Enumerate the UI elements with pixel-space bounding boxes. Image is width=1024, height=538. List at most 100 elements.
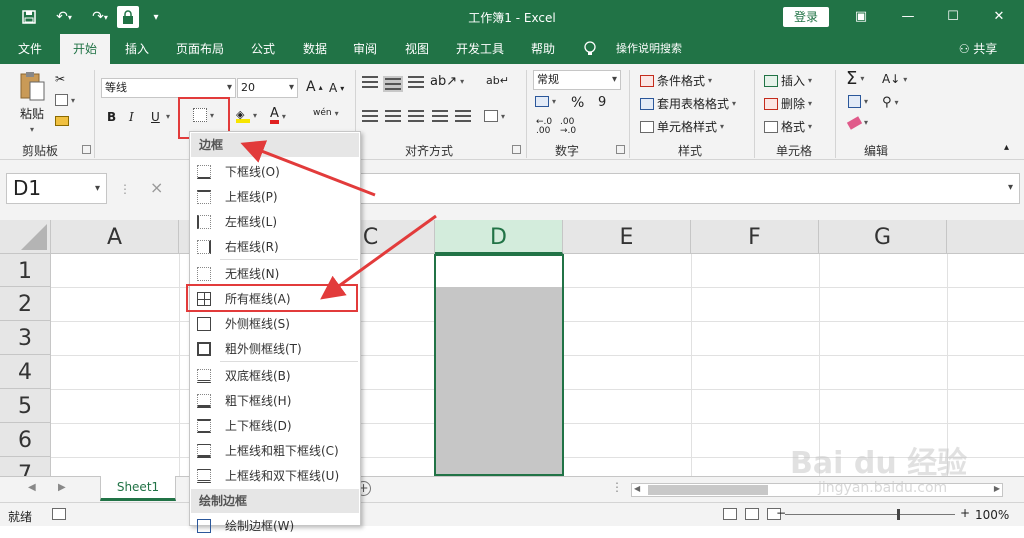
phonetic-button[interactable]: wén ▾ — [313, 108, 339, 118]
tab-view[interactable]: 视图 — [394, 34, 440, 64]
fill-color-button[interactable]: ◈ ▾ — [236, 108, 257, 123]
menu-item-top-thick-bottom-border[interactable]: 上框线和粗下框线(C) — [191, 438, 359, 463]
macro-record-icon[interactable] — [52, 508, 66, 520]
row-header-4[interactable]: 4 — [0, 355, 51, 389]
prev-sheet-icon[interactable]: ◀ — [28, 482, 36, 493]
collapse-ribbon-icon[interactable]: ▴ — [1004, 142, 1009, 153]
column-header-a[interactable]: A — [51, 220, 179, 254]
copy-icon[interactable]: ▾ — [55, 94, 75, 106]
column-header-g[interactable]: G — [819, 220, 947, 254]
insert-cells-button[interactable]: 插入 ▾ — [764, 72, 812, 89]
menu-item-top-double-bottom-border[interactable]: 上框线和双下框线(U) — [191, 463, 359, 488]
number-launcher-icon[interactable] — [616, 145, 625, 154]
row-header-5[interactable]: 5 — [0, 389, 51, 423]
tab-review[interactable]: 审阅 — [342, 34, 388, 64]
zoom-slider[interactable] — [785, 509, 955, 520]
sheet-tab-sheet1[interactable]: Sheet1 — [100, 476, 176, 501]
sort-filter-icon[interactable]: A↓ ▾ — [882, 72, 907, 86]
close-icon[interactable]: ✕ — [984, 6, 1014, 28]
font-name-select[interactable]: 等线 ▾ — [101, 78, 236, 98]
scroll-left-icon[interactable]: ◀ — [634, 484, 640, 493]
tab-help[interactable]: 帮助 — [520, 34, 566, 64]
cut-icon[interactable]: ✂ — [55, 72, 65, 86]
row-header-3[interactable]: 3 — [0, 321, 51, 355]
decrease-indent-icon[interactable] — [432, 110, 448, 122]
name-box[interactable]: D1 ▾ — [6, 173, 107, 204]
merge-center-icon[interactable]: ▾ — [484, 110, 505, 122]
column-header-f[interactable]: F — [691, 220, 819, 254]
tab-page-layout[interactable]: 页面布局 — [168, 34, 232, 64]
orientation-icon[interactable]: ab↗ ▾ — [430, 74, 464, 89]
select-all-corner[interactable] — [0, 220, 51, 254]
align-center-icon[interactable] — [385, 110, 401, 122]
column-header-e[interactable]: E — [563, 220, 691, 254]
menu-item-right-border[interactable]: 右框线(R) — [191, 234, 359, 259]
italic-button[interactable]: I — [129, 110, 134, 124]
align-bottom-icon[interactable] — [408, 76, 424, 88]
underline-dropdown-icon[interactable]: ▾ — [166, 112, 170, 121]
row-header-6[interactable]: 6 — [0, 423, 51, 457]
next-sheet-icon[interactable]: ▶ — [58, 482, 66, 493]
menu-item-left-border[interactable]: 左框线(L) — [191, 209, 359, 234]
maximize-icon[interactable]: ☐ — [938, 6, 968, 28]
tell-me-search[interactable]: 操作说明搜索 — [604, 34, 694, 64]
tab-data[interactable]: 数据 — [292, 34, 338, 64]
conditional-formatting-button[interactable]: 条件格式 ▾ — [640, 72, 712, 89]
format-as-table-button[interactable]: 套用表格格式 ▾ — [640, 95, 736, 112]
increase-indent-icon[interactable] — [455, 110, 471, 122]
bold-button[interactable]: B — [107, 110, 116, 124]
align-middle-icon[interactable] — [383, 76, 403, 92]
menu-item-double-bottom-border[interactable]: 双底框线(B) — [191, 363, 359, 388]
percent-button[interactable]: % — [571, 95, 584, 111]
find-select-icon[interactable]: ⚲ ▾ — [882, 95, 899, 110]
normal-view-icon[interactable] — [723, 508, 737, 520]
tab-file[interactable]: 文件 — [8, 34, 52, 64]
row-header-7[interactable]: 7 — [0, 457, 51, 476]
tab-home[interactable]: 开始 — [60, 34, 110, 64]
ribbon-display-icon[interactable]: ▣ — [846, 6, 876, 28]
menu-item-thick-bottom-border[interactable]: 粗下框线(H) — [191, 388, 359, 413]
underline-button[interactable]: U — [151, 110, 160, 124]
menu-item-top-bottom-border[interactable]: 上下框线(D) — [191, 413, 359, 438]
decrease-decimal-icon[interactable]: .00 →.0 — [560, 118, 576, 136]
align-right-icon[interactable] — [408, 110, 424, 122]
clear-icon[interactable]: ▾ — [846, 115, 868, 130]
row-header-1[interactable]: 1 — [0, 254, 51, 287]
clipboard-launcher-icon[interactable] — [82, 145, 91, 154]
sheet-split-grip-icon[interactable]: ⋮ — [611, 480, 623, 494]
row-header-2[interactable]: 2 — [0, 287, 51, 321]
autosum-button[interactable]: Σ ▾ — [846, 68, 864, 89]
fill-icon[interactable]: ▾ — [848, 95, 868, 108]
delete-cells-button[interactable]: 删除 ▾ — [764, 95, 812, 112]
grow-font-icon[interactable]: A ▴ — [306, 79, 323, 95]
cell-styles-button[interactable]: 单元格样式 ▾ — [640, 118, 724, 135]
font-size-select[interactable]: 20 ▾ — [237, 78, 298, 98]
zoom-level[interactable]: 100% — [975, 508, 1009, 522]
font-color-button[interactable]: A ▾ — [270, 107, 286, 124]
scroll-right-icon[interactable]: ▶ — [994, 484, 1000, 493]
login-button[interactable]: 登录 — [783, 7, 829, 27]
format-painter-icon[interactable] — [55, 116, 69, 126]
tab-formulas[interactable]: 公式 — [240, 34, 286, 64]
alignment-launcher-icon[interactable] — [512, 145, 521, 154]
number-format-select[interactable]: 常规 ▾ — [533, 70, 621, 90]
column-header-h[interactable] — [947, 220, 1024, 254]
zoom-in-icon[interactable]: + — [960, 506, 970, 520]
menu-item-outside-borders[interactable]: 外侧框线(S) — [191, 311, 359, 336]
shrink-font-icon[interactable]: A ▾ — [329, 81, 344, 95]
tab-insert[interactable]: 插入 — [114, 34, 160, 64]
accounting-format-icon[interactable]: ▾ — [535, 96, 556, 107]
page-layout-view-icon[interactable] — [745, 508, 759, 520]
align-left-icon[interactable] — [362, 110, 378, 122]
wrap-text-icon[interactable]: ab↵ — [486, 74, 509, 87]
menu-item-no-border[interactable]: 无框线(N) — [191, 261, 359, 286]
column-header-d[interactable]: D — [435, 220, 563, 254]
share-button[interactable]: ⚇ 共享 — [952, 34, 1004, 64]
zoom-out-icon[interactable]: − — [776, 506, 786, 520]
format-cells-button[interactable]: 格式 ▾ — [764, 118, 812, 135]
paste-button[interactable]: 粘贴 ▾ — [16, 70, 48, 140]
scroll-thumb[interactable] — [648, 485, 768, 495]
tab-developer[interactable]: 开发工具 — [448, 34, 512, 64]
cancel-formula-icon[interactable]: × — [150, 178, 163, 197]
menu-item-thick-outside-borders[interactable]: 粗外侧框线(T) — [191, 336, 359, 361]
